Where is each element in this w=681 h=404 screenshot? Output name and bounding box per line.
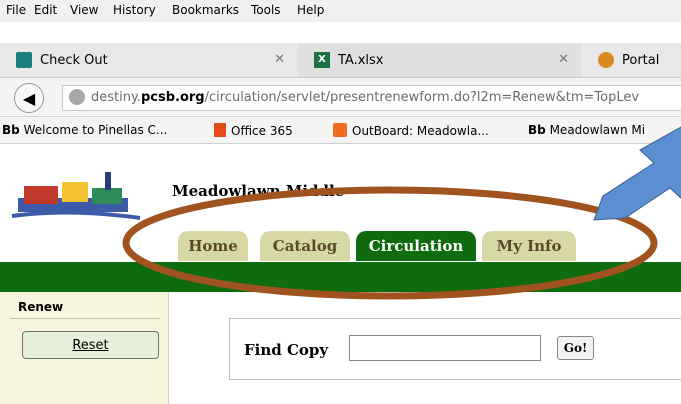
reset-button[interactable]: Reset — [22, 331, 159, 359]
tab-ta-xlsx[interactable]: X TA.xlsx ✕ — [298, 43, 581, 77]
menu-history[interactable]: History — [113, 3, 156, 17]
tab-portal[interactable]: Portal — [582, 43, 681, 77]
sidebar-title: Renew — [18, 300, 64, 314]
menu-bookmarks[interactable]: Bookmarks — [172, 3, 239, 17]
destiny-icon — [16, 52, 32, 68]
close-icon[interactable]: ✕ — [558, 52, 569, 67]
tab-label: Check Out — [40, 52, 108, 68]
menu-edit[interactable]: Edit — [34, 3, 57, 17]
school-logo — [10, 170, 150, 230]
find-copy-input[interactable] — [349, 335, 541, 361]
globe-icon — [69, 89, 85, 105]
tab-my-info[interactable]: My Info — [482, 231, 576, 261]
tab-check-out[interactable]: Check Out ✕ — [0, 43, 297, 77]
office-icon — [214, 123, 226, 137]
tab-label: TA.xlsx — [338, 52, 384, 68]
menu-bar: File Edit View History Bookmarks Tools H… — [0, 0, 681, 22]
menu-view[interactable]: View — [70, 3, 98, 17]
url-text: destiny.pcsb.org/circulation/servlet/pre… — [91, 90, 640, 105]
bookmark-outboard[interactable]: OutBoard: Meadowla... — [333, 123, 489, 138]
menu-tools[interactable]: Tools — [251, 3, 281, 17]
find-copy-label: Find Copy — [244, 341, 329, 359]
navigation-bar: ◀ destiny.pcsb.org/circulation/servlet/p… — [0, 78, 681, 117]
tab-strip: Check Out ✕ X TA.xlsx ✕ Portal — [0, 43, 681, 78]
menu-help[interactable]: Help — [297, 3, 324, 17]
bookmarks-bar: Bb Welcome to Pinellas C... Office 365 O… — [0, 117, 681, 144]
close-icon[interactable]: ✕ — [274, 52, 285, 67]
back-button[interactable]: ◀ — [14, 83, 44, 113]
tab-label: Portal — [622, 52, 660, 68]
address-bar[interactable]: destiny.pcsb.org/circulation/servlet/pre… — [62, 85, 681, 111]
bookmark-office-365[interactable]: Office 365 — [214, 123, 293, 138]
tab-circulation[interactable]: Circulation — [356, 231, 476, 261]
outboard-icon — [333, 123, 347, 137]
tab-catalog[interactable]: Catalog — [260, 231, 350, 261]
divider — [10, 318, 160, 319]
bookmark-meadowlawn[interactable]: Bb Meadowlawn Mi — [528, 123, 645, 137]
excel-icon: X — [314, 52, 330, 68]
school-name: Meadowlawn Middle — [172, 182, 345, 200]
bookmark-pinellas[interactable]: Bb Welcome to Pinellas C... — [2, 123, 167, 137]
tab-home[interactable]: Home — [178, 231, 248, 261]
go-button[interactable]: Go! — [557, 336, 594, 360]
portal-icon — [598, 52, 614, 68]
menu-file[interactable]: File — [6, 3, 26, 17]
subnav-bar — [0, 262, 681, 292]
arrow-left-icon: ◀ — [22, 88, 36, 108]
